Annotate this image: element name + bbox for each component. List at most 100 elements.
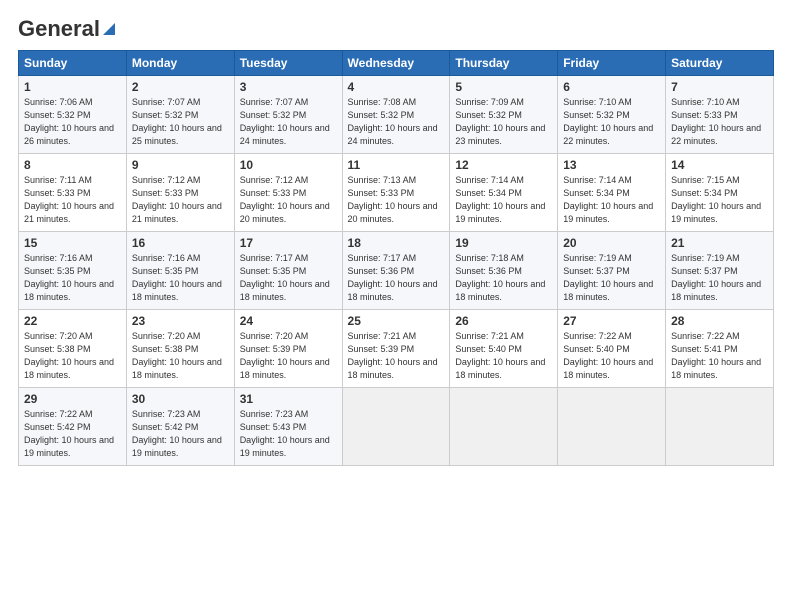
day-info: Sunrise: 7:15 AMSunset: 5:34 PMDaylight:… bbox=[671, 175, 761, 224]
day-number: 9 bbox=[132, 158, 229, 172]
day-number: 2 bbox=[132, 80, 229, 94]
calendar-cell: 15 Sunrise: 7:16 AMSunset: 5:35 PMDaylig… bbox=[19, 232, 127, 310]
day-number: 17 bbox=[240, 236, 337, 250]
calendar-cell: 27 Sunrise: 7:22 AMSunset: 5:40 PMDaylig… bbox=[558, 310, 666, 388]
calendar-cell: 12 Sunrise: 7:14 AMSunset: 5:34 PMDaylig… bbox=[450, 154, 558, 232]
day-info: Sunrise: 7:17 AMSunset: 5:35 PMDaylight:… bbox=[240, 253, 330, 302]
header: General bbox=[18, 16, 774, 42]
day-number: 18 bbox=[348, 236, 445, 250]
calendar-cell: 16 Sunrise: 7:16 AMSunset: 5:35 PMDaylig… bbox=[126, 232, 234, 310]
calendar-cell: 26 Sunrise: 7:21 AMSunset: 5:40 PMDaylig… bbox=[450, 310, 558, 388]
calendar-cell: 3 Sunrise: 7:07 AMSunset: 5:32 PMDayligh… bbox=[234, 76, 342, 154]
day-number: 22 bbox=[24, 314, 121, 328]
day-number: 30 bbox=[132, 392, 229, 406]
day-info: Sunrise: 7:22 AMSunset: 5:42 PMDaylight:… bbox=[24, 409, 114, 458]
calendar-header-row: SundayMondayTuesdayWednesdayThursdayFrid… bbox=[19, 51, 774, 76]
calendar-cell: 24 Sunrise: 7:20 AMSunset: 5:39 PMDaylig… bbox=[234, 310, 342, 388]
calendar-cell: 20 Sunrise: 7:19 AMSunset: 5:37 PMDaylig… bbox=[558, 232, 666, 310]
day-info: Sunrise: 7:07 AMSunset: 5:32 PMDaylight:… bbox=[240, 97, 330, 146]
day-number: 6 bbox=[563, 80, 660, 94]
day-number: 23 bbox=[132, 314, 229, 328]
day-info: Sunrise: 7:21 AMSunset: 5:40 PMDaylight:… bbox=[455, 331, 545, 380]
logo-text-general: General bbox=[18, 16, 100, 42]
day-number: 26 bbox=[455, 314, 552, 328]
calendar-cell: 11 Sunrise: 7:13 AMSunset: 5:33 PMDaylig… bbox=[342, 154, 450, 232]
calendar-cell: 7 Sunrise: 7:10 AMSunset: 5:33 PMDayligh… bbox=[666, 76, 774, 154]
calendar-cell: 6 Sunrise: 7:10 AMSunset: 5:32 PMDayligh… bbox=[558, 76, 666, 154]
day-number: 20 bbox=[563, 236, 660, 250]
calendar-cell: 29 Sunrise: 7:22 AMSunset: 5:42 PMDaylig… bbox=[19, 388, 127, 466]
day-number: 12 bbox=[455, 158, 552, 172]
day-number: 11 bbox=[348, 158, 445, 172]
calendar-cell bbox=[450, 388, 558, 466]
calendar-cell: 25 Sunrise: 7:21 AMSunset: 5:39 PMDaylig… bbox=[342, 310, 450, 388]
calendar-cell: 23 Sunrise: 7:20 AMSunset: 5:38 PMDaylig… bbox=[126, 310, 234, 388]
day-info: Sunrise: 7:10 AMSunset: 5:32 PMDaylight:… bbox=[563, 97, 653, 146]
day-number: 24 bbox=[240, 314, 337, 328]
calendar-cell: 21 Sunrise: 7:19 AMSunset: 5:37 PMDaylig… bbox=[666, 232, 774, 310]
day-info: Sunrise: 7:16 AMSunset: 5:35 PMDaylight:… bbox=[24, 253, 114, 302]
calendar-cell: 8 Sunrise: 7:11 AMSunset: 5:33 PMDayligh… bbox=[19, 154, 127, 232]
day-info: Sunrise: 7:23 AMSunset: 5:43 PMDaylight:… bbox=[240, 409, 330, 458]
day-info: Sunrise: 7:12 AMSunset: 5:33 PMDaylight:… bbox=[132, 175, 222, 224]
day-info: Sunrise: 7:11 AMSunset: 5:33 PMDaylight:… bbox=[24, 175, 114, 224]
day-number: 15 bbox=[24, 236, 121, 250]
calendar-cell: 14 Sunrise: 7:15 AMSunset: 5:34 PMDaylig… bbox=[666, 154, 774, 232]
calendar-cell: 2 Sunrise: 7:07 AMSunset: 5:32 PMDayligh… bbox=[126, 76, 234, 154]
day-number: 7 bbox=[671, 80, 768, 94]
calendar-cell: 5 Sunrise: 7:09 AMSunset: 5:32 PMDayligh… bbox=[450, 76, 558, 154]
day-info: Sunrise: 7:21 AMSunset: 5:39 PMDaylight:… bbox=[348, 331, 438, 380]
calendar-cell bbox=[558, 388, 666, 466]
logo-name: General bbox=[18, 16, 118, 42]
calendar-cell: 9 Sunrise: 7:12 AMSunset: 5:33 PMDayligh… bbox=[126, 154, 234, 232]
calendar-cell: 1 Sunrise: 7:06 AMSunset: 5:32 PMDayligh… bbox=[19, 76, 127, 154]
day-info: Sunrise: 7:18 AMSunset: 5:36 PMDaylight:… bbox=[455, 253, 545, 302]
day-number: 29 bbox=[24, 392, 121, 406]
day-number: 31 bbox=[240, 392, 337, 406]
day-info: Sunrise: 7:23 AMSunset: 5:42 PMDaylight:… bbox=[132, 409, 222, 458]
day-info: Sunrise: 7:20 AMSunset: 5:38 PMDaylight:… bbox=[132, 331, 222, 380]
day-info: Sunrise: 7:14 AMSunset: 5:34 PMDaylight:… bbox=[455, 175, 545, 224]
calendar-cell: 30 Sunrise: 7:23 AMSunset: 5:42 PMDaylig… bbox=[126, 388, 234, 466]
day-number: 5 bbox=[455, 80, 552, 94]
day-info: Sunrise: 7:08 AMSunset: 5:32 PMDaylight:… bbox=[348, 97, 438, 146]
calendar-weekday-wednesday: Wednesday bbox=[342, 51, 450, 76]
day-info: Sunrise: 7:07 AMSunset: 5:32 PMDaylight:… bbox=[132, 97, 222, 146]
day-number: 1 bbox=[24, 80, 121, 94]
day-info: Sunrise: 7:19 AMSunset: 5:37 PMDaylight:… bbox=[671, 253, 761, 302]
calendar-cell: 28 Sunrise: 7:22 AMSunset: 5:41 PMDaylig… bbox=[666, 310, 774, 388]
day-info: Sunrise: 7:20 AMSunset: 5:38 PMDaylight:… bbox=[24, 331, 114, 380]
day-number: 4 bbox=[348, 80, 445, 94]
calendar-cell: 17 Sunrise: 7:17 AMSunset: 5:35 PMDaylig… bbox=[234, 232, 342, 310]
calendar-weekday-sunday: Sunday bbox=[19, 51, 127, 76]
calendar-weekday-tuesday: Tuesday bbox=[234, 51, 342, 76]
logo: General bbox=[18, 16, 118, 42]
day-number: 28 bbox=[671, 314, 768, 328]
day-info: Sunrise: 7:10 AMSunset: 5:33 PMDaylight:… bbox=[671, 97, 761, 146]
day-info: Sunrise: 7:19 AMSunset: 5:37 PMDaylight:… bbox=[563, 253, 653, 302]
day-number: 16 bbox=[132, 236, 229, 250]
calendar-cell: 22 Sunrise: 7:20 AMSunset: 5:38 PMDaylig… bbox=[19, 310, 127, 388]
calendar-weekday-saturday: Saturday bbox=[666, 51, 774, 76]
day-number: 25 bbox=[348, 314, 445, 328]
calendar-weekday-thursday: Thursday bbox=[450, 51, 558, 76]
day-info: Sunrise: 7:09 AMSunset: 5:32 PMDaylight:… bbox=[455, 97, 545, 146]
day-info: Sunrise: 7:20 AMSunset: 5:39 PMDaylight:… bbox=[240, 331, 330, 380]
day-info: Sunrise: 7:06 AMSunset: 5:32 PMDaylight:… bbox=[24, 97, 114, 146]
day-info: Sunrise: 7:16 AMSunset: 5:35 PMDaylight:… bbox=[132, 253, 222, 302]
calendar-cell: 19 Sunrise: 7:18 AMSunset: 5:36 PMDaylig… bbox=[450, 232, 558, 310]
page: General SundayMondayTuesdayWednesdayThur… bbox=[0, 0, 792, 612]
day-info: Sunrise: 7:13 AMSunset: 5:33 PMDaylight:… bbox=[348, 175, 438, 224]
calendar-weekday-friday: Friday bbox=[558, 51, 666, 76]
day-info: Sunrise: 7:12 AMSunset: 5:33 PMDaylight:… bbox=[240, 175, 330, 224]
day-number: 27 bbox=[563, 314, 660, 328]
day-info: Sunrise: 7:17 AMSunset: 5:36 PMDaylight:… bbox=[348, 253, 438, 302]
day-number: 19 bbox=[455, 236, 552, 250]
calendar-cell: 13 Sunrise: 7:14 AMSunset: 5:34 PMDaylig… bbox=[558, 154, 666, 232]
day-info: Sunrise: 7:22 AMSunset: 5:40 PMDaylight:… bbox=[563, 331, 653, 380]
day-number: 14 bbox=[671, 158, 768, 172]
calendar-weekday-monday: Monday bbox=[126, 51, 234, 76]
day-number: 10 bbox=[240, 158, 337, 172]
calendar-cell bbox=[666, 388, 774, 466]
calendar-cell: 18 Sunrise: 7:17 AMSunset: 5:36 PMDaylig… bbox=[342, 232, 450, 310]
